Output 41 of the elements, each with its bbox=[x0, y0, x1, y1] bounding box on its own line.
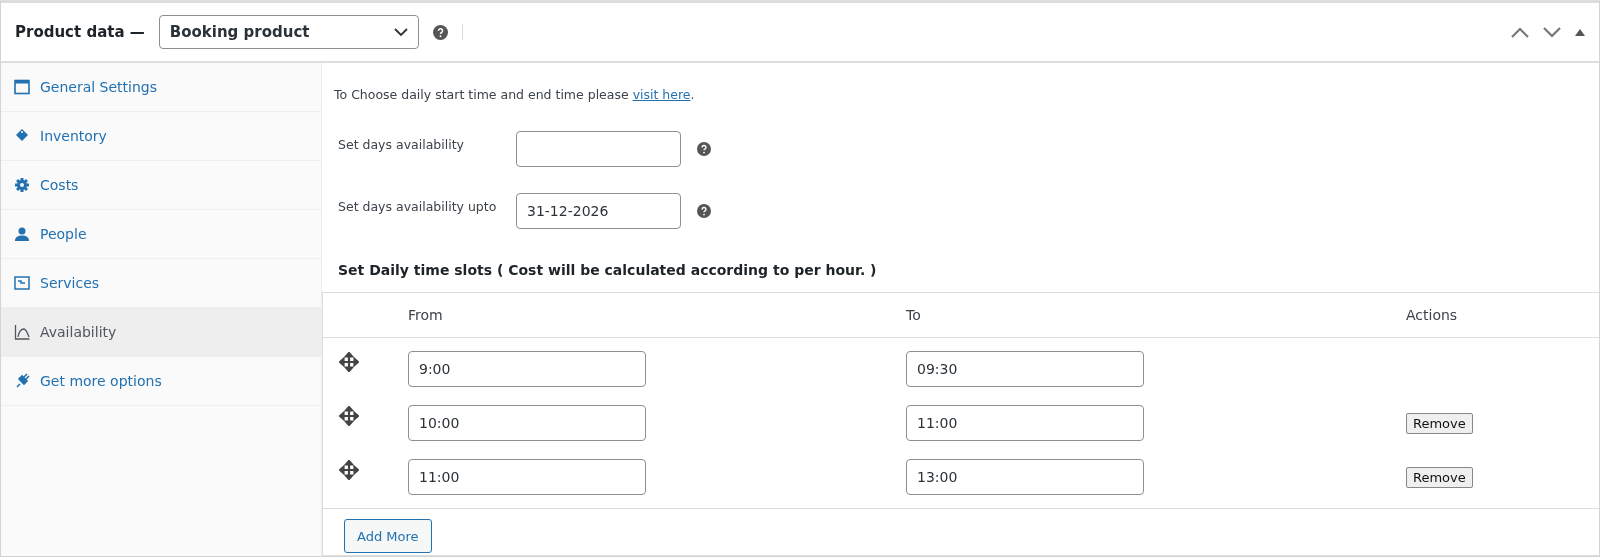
remove-button[interactable]: Remove bbox=[1406, 412, 1473, 434]
input-field[interactable]: 31-12-2026 bbox=[516, 193, 681, 229]
plug-icon bbox=[14, 373, 30, 389]
sidebar-tab[interactable]: Get more options bbox=[1, 357, 321, 406]
add-more-button[interactable]: Add More bbox=[344, 519, 432, 553]
column-header: From bbox=[408, 307, 444, 323]
tag-icon bbox=[14, 128, 30, 144]
field-label: Set days availability upto bbox=[338, 198, 498, 214]
chevron-down-icon[interactable] bbox=[1543, 26, 1561, 38]
visit-link[interactable]: visit here bbox=[632, 87, 691, 102]
from-time-field[interactable]: 9:00 bbox=[408, 351, 646, 387]
sidebar-tab[interactable]: Availability bbox=[1, 308, 321, 357]
remove-button[interactable]: Remove bbox=[1406, 466, 1473, 488]
chart-icon bbox=[14, 324, 30, 340]
column-header: Actions bbox=[1406, 307, 1459, 323]
to-time-field[interactable]: 11:00 bbox=[906, 405, 1144, 441]
chevron-up-icon[interactable] bbox=[1511, 26, 1529, 38]
to-time-field[interactable]: 13:00 bbox=[906, 459, 1144, 495]
from-time-field[interactable]: 11:00 bbox=[408, 459, 646, 495]
to-time-field[interactable]: 09:30 bbox=[906, 351, 1144, 387]
help-icon[interactable] bbox=[432, 24, 448, 40]
section-heading: Set Daily time slots ( Cost will be calculated according to per hour. ) bbox=[338, 262, 878, 278]
input-field[interactable] bbox=[516, 131, 681, 167]
chevron-down-icon bbox=[393, 27, 408, 37]
collapse-triangle-icon[interactable] bbox=[1575, 28, 1585, 36]
field-label: Set days availability bbox=[338, 136, 465, 152]
window-icon bbox=[14, 79, 30, 95]
sidebar-tab[interactable]: Costs bbox=[1, 161, 321, 210]
panel-title: Product data — bbox=[15, 23, 145, 41]
sidebar-tab[interactable]: General Settings bbox=[1, 63, 321, 112]
column-header: To bbox=[906, 307, 922, 323]
help-icon[interactable] bbox=[697, 204, 711, 218]
help-icon[interactable] bbox=[697, 142, 711, 156]
gear-icon bbox=[14, 177, 30, 193]
sidebar-tab[interactable]: People bbox=[1, 210, 321, 259]
sidebar-tab[interactable]: Inventory bbox=[1, 112, 321, 161]
intro-text: To Choose daily start time and end time please visit here. bbox=[334, 87, 696, 102]
person-icon bbox=[14, 226, 30, 242]
product-type-select[interactable]: Booking product bbox=[158, 15, 419, 49]
screen-icon bbox=[14, 275, 30, 291]
from-time-field[interactable]: 10:00 bbox=[408, 405, 646, 441]
